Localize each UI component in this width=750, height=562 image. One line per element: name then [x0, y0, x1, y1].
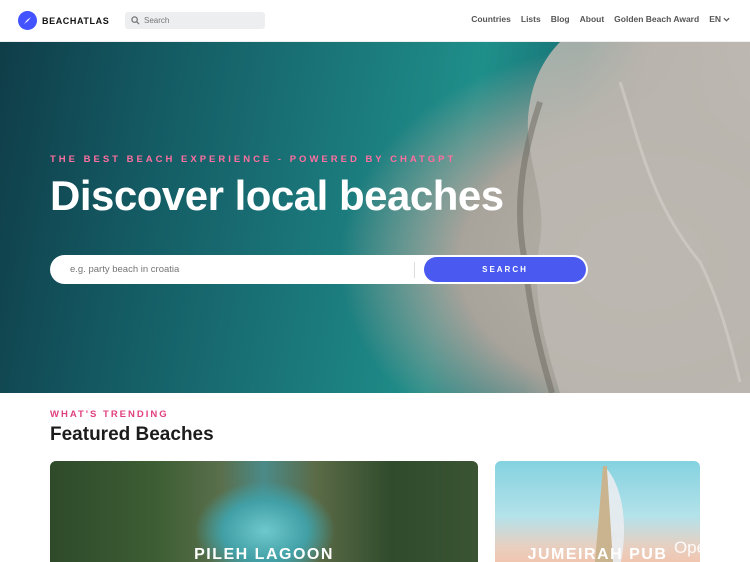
logo[interactable]: BEACHATLAS — [18, 11, 109, 30]
beach-card-title: PILEH LAGOON — [194, 546, 334, 562]
search-input[interactable] — [144, 16, 254, 25]
beach-card-title: JUMEIRAH PUB — [527, 546, 668, 562]
beach-card[interactable]: JUMEIRAH PUB — [495, 461, 700, 562]
hero-title: Discover local beaches — [50, 172, 504, 219]
search-button[interactable]: SEARCH — [424, 257, 586, 282]
chevron-down-icon — [723, 17, 730, 22]
nav-blog[interactable]: Blog — [551, 14, 570, 24]
logo-text: BEACHATLAS — [42, 15, 110, 26]
beach-card[interactable]: PILEH LAGOON — [50, 461, 478, 562]
beach-search-input[interactable] — [70, 261, 415, 278]
trending-label: WHAT'S TRENDING — [50, 409, 169, 420]
hero-tagline: THE BEST BEACH EXPERIENCE - POWERED BY C… — [50, 154, 457, 165]
header-search[interactable] — [125, 12, 265, 29]
nav-about[interactable]: About — [580, 14, 605, 24]
nav-countries[interactable]: Countries — [471, 14, 511, 24]
language-selector[interactable]: EN — [709, 14, 730, 24]
hero-section: THE BEST BEACH EXPERIENCE - POWERED BY C… — [0, 42, 750, 393]
top-navbar: BEACHATLAS Countries Lists Blog About Go… — [0, 0, 750, 42]
main-nav: Countries Lists Blog About Golden Beach … — [471, 14, 730, 24]
nav-lists[interactable]: Lists — [521, 14, 541, 24]
nav-golden-beach-award[interactable]: Golden Beach Award — [614, 14, 699, 24]
featured-title: Featured Beaches — [50, 424, 214, 445]
compass-icon — [18, 11, 37, 30]
watermark: Openl.cn — [673, 538, 742, 557]
hero-search-bar: SEARCH — [50, 255, 588, 284]
language-label: EN — [709, 14, 721, 24]
search-icon — [131, 12, 140, 30]
